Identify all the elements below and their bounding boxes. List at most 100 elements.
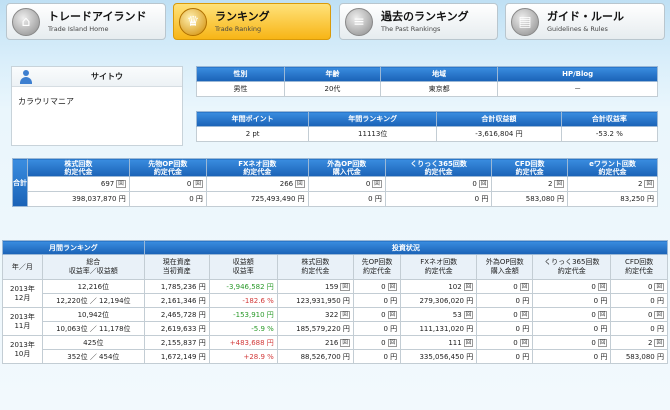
fx-neo-amount: 725,493,490 円 — [205, 191, 309, 207]
investment-status-title: 投資状況 — [143, 240, 669, 255]
house-icon: ⌂ — [12, 7, 40, 36]
table-row: 2013年 10月 425位 2,155,837 円 +483,688 円 216 回 0 回… — [2, 335, 668, 364]
unit: 回 — [654, 282, 664, 291]
stock_a-cell: 185,579,220 円 — [276, 321, 354, 336]
header-line: FXネオ回数 — [238, 159, 277, 168]
unit: 円 — [600, 352, 608, 361]
header-line: 約定代金 — [598, 167, 627, 176]
nav-tab-title: 過去のランキング — [381, 9, 469, 23]
current-asset: 2,465,728 円 — [143, 307, 210, 322]
count-value: 53 — [452, 310, 462, 319]
count-value: 0 — [186, 180, 192, 188]
unit: 円 — [657, 352, 664, 361]
count-value: 0 — [381, 310, 386, 319]
monthly-header-5: 先OP回数 約定代金 — [352, 254, 402, 280]
click365-count: 0回 — [384, 176, 493, 192]
age-value: 20代 — [283, 81, 382, 97]
unit: 回 — [654, 310, 664, 319]
count-value: 0 — [365, 180, 371, 188]
amount-value: 0 — [474, 195, 480, 203]
header-cfd: CFD回数 約定代金 — [491, 158, 568, 177]
unit: 円 — [657, 296, 664, 305]
profit-rate: -182.6 % — [208, 293, 278, 308]
totals-table: 合計 株式回数 約定代金 先物OP回数 約定代金 FXネオ回数 約定代金 外為OP回数… — [12, 158, 659, 207]
monthly-ranking-title: 月間ランキング — [2, 240, 145, 255]
count-value: 159 — [325, 282, 339, 291]
unit: 円 — [522, 324, 530, 333]
stock_a-cell: 88,526,700 円 — [276, 349, 354, 364]
header-line: 約定代金 — [243, 167, 272, 176]
unit: 円 — [342, 352, 350, 361]
amount-value: 279,306,020 — [419, 296, 464, 305]
monthly-header-6: FXネオ回数 約定代金 — [400, 254, 478, 280]
op_c-cell: 0回 — [352, 335, 402, 350]
count-value: 0 — [381, 338, 386, 347]
header-line: CFD回数 — [514, 159, 545, 168]
amount-value: 583,080 — [625, 352, 655, 361]
current-asset: 1,785,236 円 — [143, 279, 210, 294]
amount-value: 583,080 — [525, 195, 555, 203]
ewarrant-count: 2回 — [566, 176, 659, 192]
profit-amount: -153,910 円 — [208, 307, 278, 322]
table-row: 352位 ／ 454位 1,672,149 円 +28.9 % 88,526,700 … — [3, 349, 668, 364]
year-month-cell: 2013年 10月 — [2, 335, 43, 364]
profit-amount: +483,688 円 — [208, 335, 278, 350]
header-stock: 株式回数 約定代金 — [27, 158, 130, 177]
annual-points-value: 2 pt — [195, 126, 310, 142]
k365_a-cell: 0 円 — [532, 321, 612, 336]
amount-value: 0 — [383, 324, 388, 333]
k365_c-cell: 0回 — [532, 279, 612, 294]
unit: 回 — [387, 282, 398, 291]
fx_a-cell: 279,306,020 円 — [400, 293, 478, 308]
count-value: 0 — [513, 338, 518, 347]
rate-profit-rank: 352位 ／ 454位 — [41, 349, 145, 364]
gender-value: 男性 — [196, 81, 285, 97]
unit: 回 — [597, 338, 608, 347]
ewarrant-amount: 83,250 円 — [566, 191, 659, 207]
fx-neo-count: 266 回 — [205, 176, 309, 192]
unit: 円 — [342, 296, 350, 305]
nav-tab-ranking[interactable]: ♛ ランキング Trade Ranking — [173, 3, 331, 40]
k365_a-cell: 0 円 — [532, 293, 612, 308]
stock_c-cell: 322 回 — [276, 307, 354, 322]
op_c-cell: 0回 — [352, 307, 402, 322]
fx_a-cell: 335,056,450 円 — [400, 349, 478, 364]
header-line: 先物OP回数 — [148, 159, 188, 168]
header-line: eワラント回数 — [589, 159, 636, 168]
initial-asset: 2,619,633 円 — [143, 321, 210, 336]
unit: 円 — [342, 324, 350, 333]
monthly-header-0: 年／月 — [2, 254, 43, 280]
unit: 回 — [463, 338, 474, 347]
unit: 円 — [466, 352, 474, 361]
nav-tab-home[interactable]: ⌂ トレードアイランド Trade Island Home — [6, 3, 166, 40]
nav-tab-past-rankings[interactable]: ≡ 過去のランキング The Past Rankings — [339, 3, 498, 40]
op_a-cell: 0 円 — [352, 321, 402, 336]
unit: 回 — [463, 282, 474, 291]
cfd_c-cell: 0回 — [610, 307, 668, 322]
k365_c-cell: 0回 — [532, 335, 612, 350]
unit: 円 — [522, 296, 530, 305]
unit: 円 — [600, 296, 608, 305]
count-value: 266 — [279, 180, 294, 188]
amount-value: 88,526,700 — [300, 352, 341, 361]
unit: 回 — [116, 180, 126, 188]
rate-profit-rank: 12,220位 ／ 12,194位 — [41, 293, 145, 308]
amount-value: 111,131,020 — [419, 324, 464, 333]
count-value: 0 — [648, 310, 653, 319]
count-value: 697 — [100, 180, 115, 188]
top-navigation: ⌂ トレードアイランド Trade Island Home ♛ ランキング Tr… — [0, 0, 670, 44]
k365_c-cell: 0回 — [532, 307, 612, 322]
op_a-cell: 0 円 — [352, 293, 402, 308]
stock-amount: 398,037,870 円 — [27, 191, 130, 207]
table-row: 2013年 11月 10,942位 2,465,728 円 -153,910 円 322… — [2, 307, 668, 336]
monthly-header-3: 収益額 収益率 — [208, 254, 278, 280]
count-value: 111 — [448, 338, 462, 347]
header-fx-op: 外為OP回数 購入代金 — [307, 158, 386, 177]
unit: 回 — [519, 338, 530, 347]
initial-asset: 2,161,346 円 — [143, 293, 210, 308]
header-futures-op: 先物OP回数 約定代金 — [128, 158, 207, 177]
header-line: 約定代金 — [64, 167, 93, 176]
nav-tab-guide[interactable]: ▤ ガイド・ルール Guidelines & Rules — [505, 3, 665, 40]
ranking-list-icon: ≡ — [345, 7, 373, 36]
unit: 円 — [390, 296, 398, 305]
